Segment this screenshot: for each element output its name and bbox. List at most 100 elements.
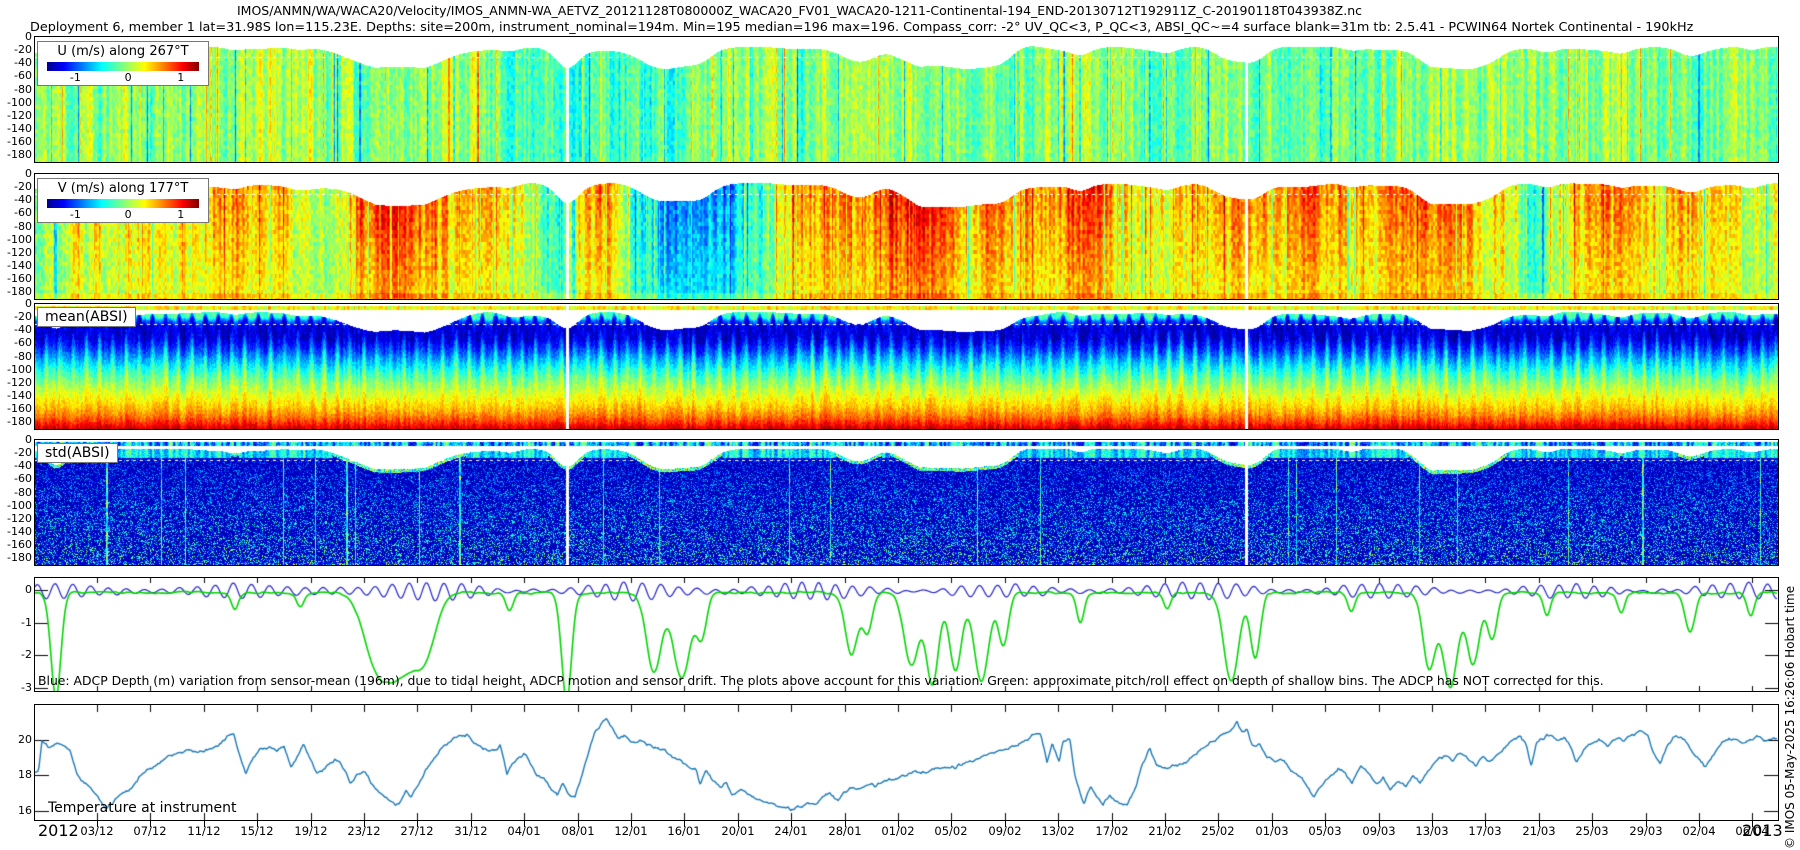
- v-colorbar-ticks: -1 0 1: [38, 208, 208, 222]
- x-tick: [1218, 820, 1219, 827]
- temperature-label: Temperature at instrument: [48, 800, 237, 816]
- v-legend-title: V (m/s) along 177°T: [57, 181, 189, 196]
- y-tick-label: 20: [18, 733, 32, 746]
- y-tick-label: -140: [7, 259, 32, 272]
- panel-temperature: [34, 704, 1779, 821]
- y-tick-label: -60: [14, 336, 32, 349]
- y-tick-label: -40: [14, 323, 32, 336]
- x-tick: [1165, 820, 1166, 827]
- y-tick-label: 16: [18, 804, 32, 817]
- y-tick-label: -20: [14, 446, 32, 459]
- y-tick-label: -160: [7, 538, 32, 551]
- v-velocity-heatmap: [35, 174, 1778, 299]
- x-tick: [150, 820, 151, 827]
- x-tick: [1325, 820, 1326, 827]
- y-tick-label: -40: [14, 56, 32, 69]
- panel-u-velocity: [34, 36, 1779, 163]
- y-tick-label: -140: [7, 389, 32, 402]
- x-tick: [898, 820, 899, 827]
- colorbar-tick: -1: [69, 71, 81, 84]
- colorbar-tick: 0: [124, 208, 132, 221]
- y-tick-label: -160: [7, 402, 32, 415]
- y-tick-label: 0: [25, 297, 32, 310]
- depth-annotation: Blue: ADCP Depth (m) variation from sens…: [38, 673, 1604, 688]
- x-tick: [417, 820, 418, 827]
- y-tick-label: -1: [21, 616, 32, 629]
- colorbar-tick: 1: [177, 208, 185, 221]
- x-tick: [97, 820, 98, 827]
- x-tick: [738, 820, 739, 827]
- y-tick-label: 0: [25, 167, 32, 180]
- v-colorbar-legend: V (m/s) along 177°T -1 0 1: [37, 178, 209, 223]
- figure: IMOS/ANMN/WA/WACA20/Velocity/IMOS_ANMN-W…: [0, 0, 1800, 850]
- panel-std-absi: [34, 439, 1779, 566]
- watermark: © IMOS 05-May-2025 16:26:06 Hobart time: [1783, 585, 1797, 849]
- y-tick-label: -80: [14, 220, 32, 233]
- y-tick-label: -120: [7, 512, 32, 525]
- x-tick: [1058, 820, 1059, 827]
- y-tick-label: -20: [14, 180, 32, 193]
- colorbar-tick: -1: [69, 208, 81, 221]
- y-tick-label: -40: [14, 193, 32, 206]
- panel-mean-absi: [34, 303, 1779, 430]
- y-tick-label: -20: [14, 43, 32, 56]
- u-colorbar-ticks: -1 0 1: [38, 71, 208, 85]
- y-tick-label: -40: [14, 459, 32, 472]
- x-tick: [578, 820, 579, 827]
- y-tick-label: -160: [7, 135, 32, 148]
- y-tick-label: -2: [21, 648, 32, 661]
- y-tick-label: -140: [7, 122, 32, 135]
- mean-absi-label: mean(ABSI): [37, 307, 136, 327]
- x-tick: [311, 820, 312, 827]
- y-tick-label: -20: [14, 310, 32, 323]
- y-tick-label: -60: [14, 472, 32, 485]
- y-tick-label: -180: [7, 551, 32, 564]
- u-legend-title: U (m/s) along 267°T: [57, 44, 189, 59]
- figure-title: IMOS/ANMN/WA/WACA20/Velocity/IMOS_ANMN-W…: [237, 3, 1362, 18]
- y-tick-label: -160: [7, 272, 32, 285]
- u-colorbar: [47, 62, 199, 71]
- x-tick: [1005, 820, 1006, 827]
- y-tick-label: -80: [14, 83, 32, 96]
- y-tick-label: 0: [25, 433, 32, 446]
- x-tick: [1752, 820, 1753, 827]
- y-tick-label: 0: [25, 583, 32, 596]
- x-tick: [1699, 820, 1700, 827]
- x-tick: [1112, 820, 1113, 827]
- x-tick: [1379, 820, 1380, 827]
- y-tick-label: 0: [25, 30, 32, 43]
- x-tick: [257, 820, 258, 827]
- y-tick-label: -100: [7, 96, 32, 109]
- std-absi-heatmap: [35, 440, 1778, 565]
- x-tick: [1646, 820, 1647, 827]
- y-tick-label: -3: [21, 681, 32, 694]
- x-tick: [631, 820, 632, 827]
- mean-absi-heatmap: [35, 304, 1778, 429]
- y-tick-label: -180: [7, 415, 32, 428]
- y-tick-label: -120: [7, 246, 32, 259]
- y-tick-label: -80: [14, 486, 32, 499]
- y-tick-label: -180: [7, 148, 32, 161]
- y-tick-label: 18: [18, 768, 32, 781]
- x-tick: [524, 820, 525, 827]
- v-colorbar: [47, 199, 199, 208]
- x-tick: [1272, 820, 1273, 827]
- x-tick: [1485, 820, 1486, 827]
- colorbar-tick: 1: [177, 71, 185, 84]
- x-tick: [951, 820, 952, 827]
- x-tick: [1432, 820, 1433, 827]
- x-tick: [364, 820, 365, 827]
- u-colorbar-legend: U (m/s) along 267°T -1 0 1: [37, 41, 209, 86]
- y-tick-label: -100: [7, 363, 32, 376]
- x-tick: [204, 820, 205, 827]
- panel-v-velocity: [34, 173, 1779, 300]
- x-tick: [845, 820, 846, 827]
- figure-subtitle: Deployment 6, member 1 lat=31.98S lon=11…: [30, 20, 1694, 35]
- y-tick-label: -80: [14, 350, 32, 363]
- colorbar-tick: 0: [124, 71, 132, 84]
- y-tick-label: -120: [7, 376, 32, 389]
- u-velocity-heatmap: [35, 37, 1778, 162]
- std-absi-label: std(ABSI): [37, 443, 118, 463]
- y-tick-label: -60: [14, 206, 32, 219]
- y-tick-label: -140: [7, 525, 32, 538]
